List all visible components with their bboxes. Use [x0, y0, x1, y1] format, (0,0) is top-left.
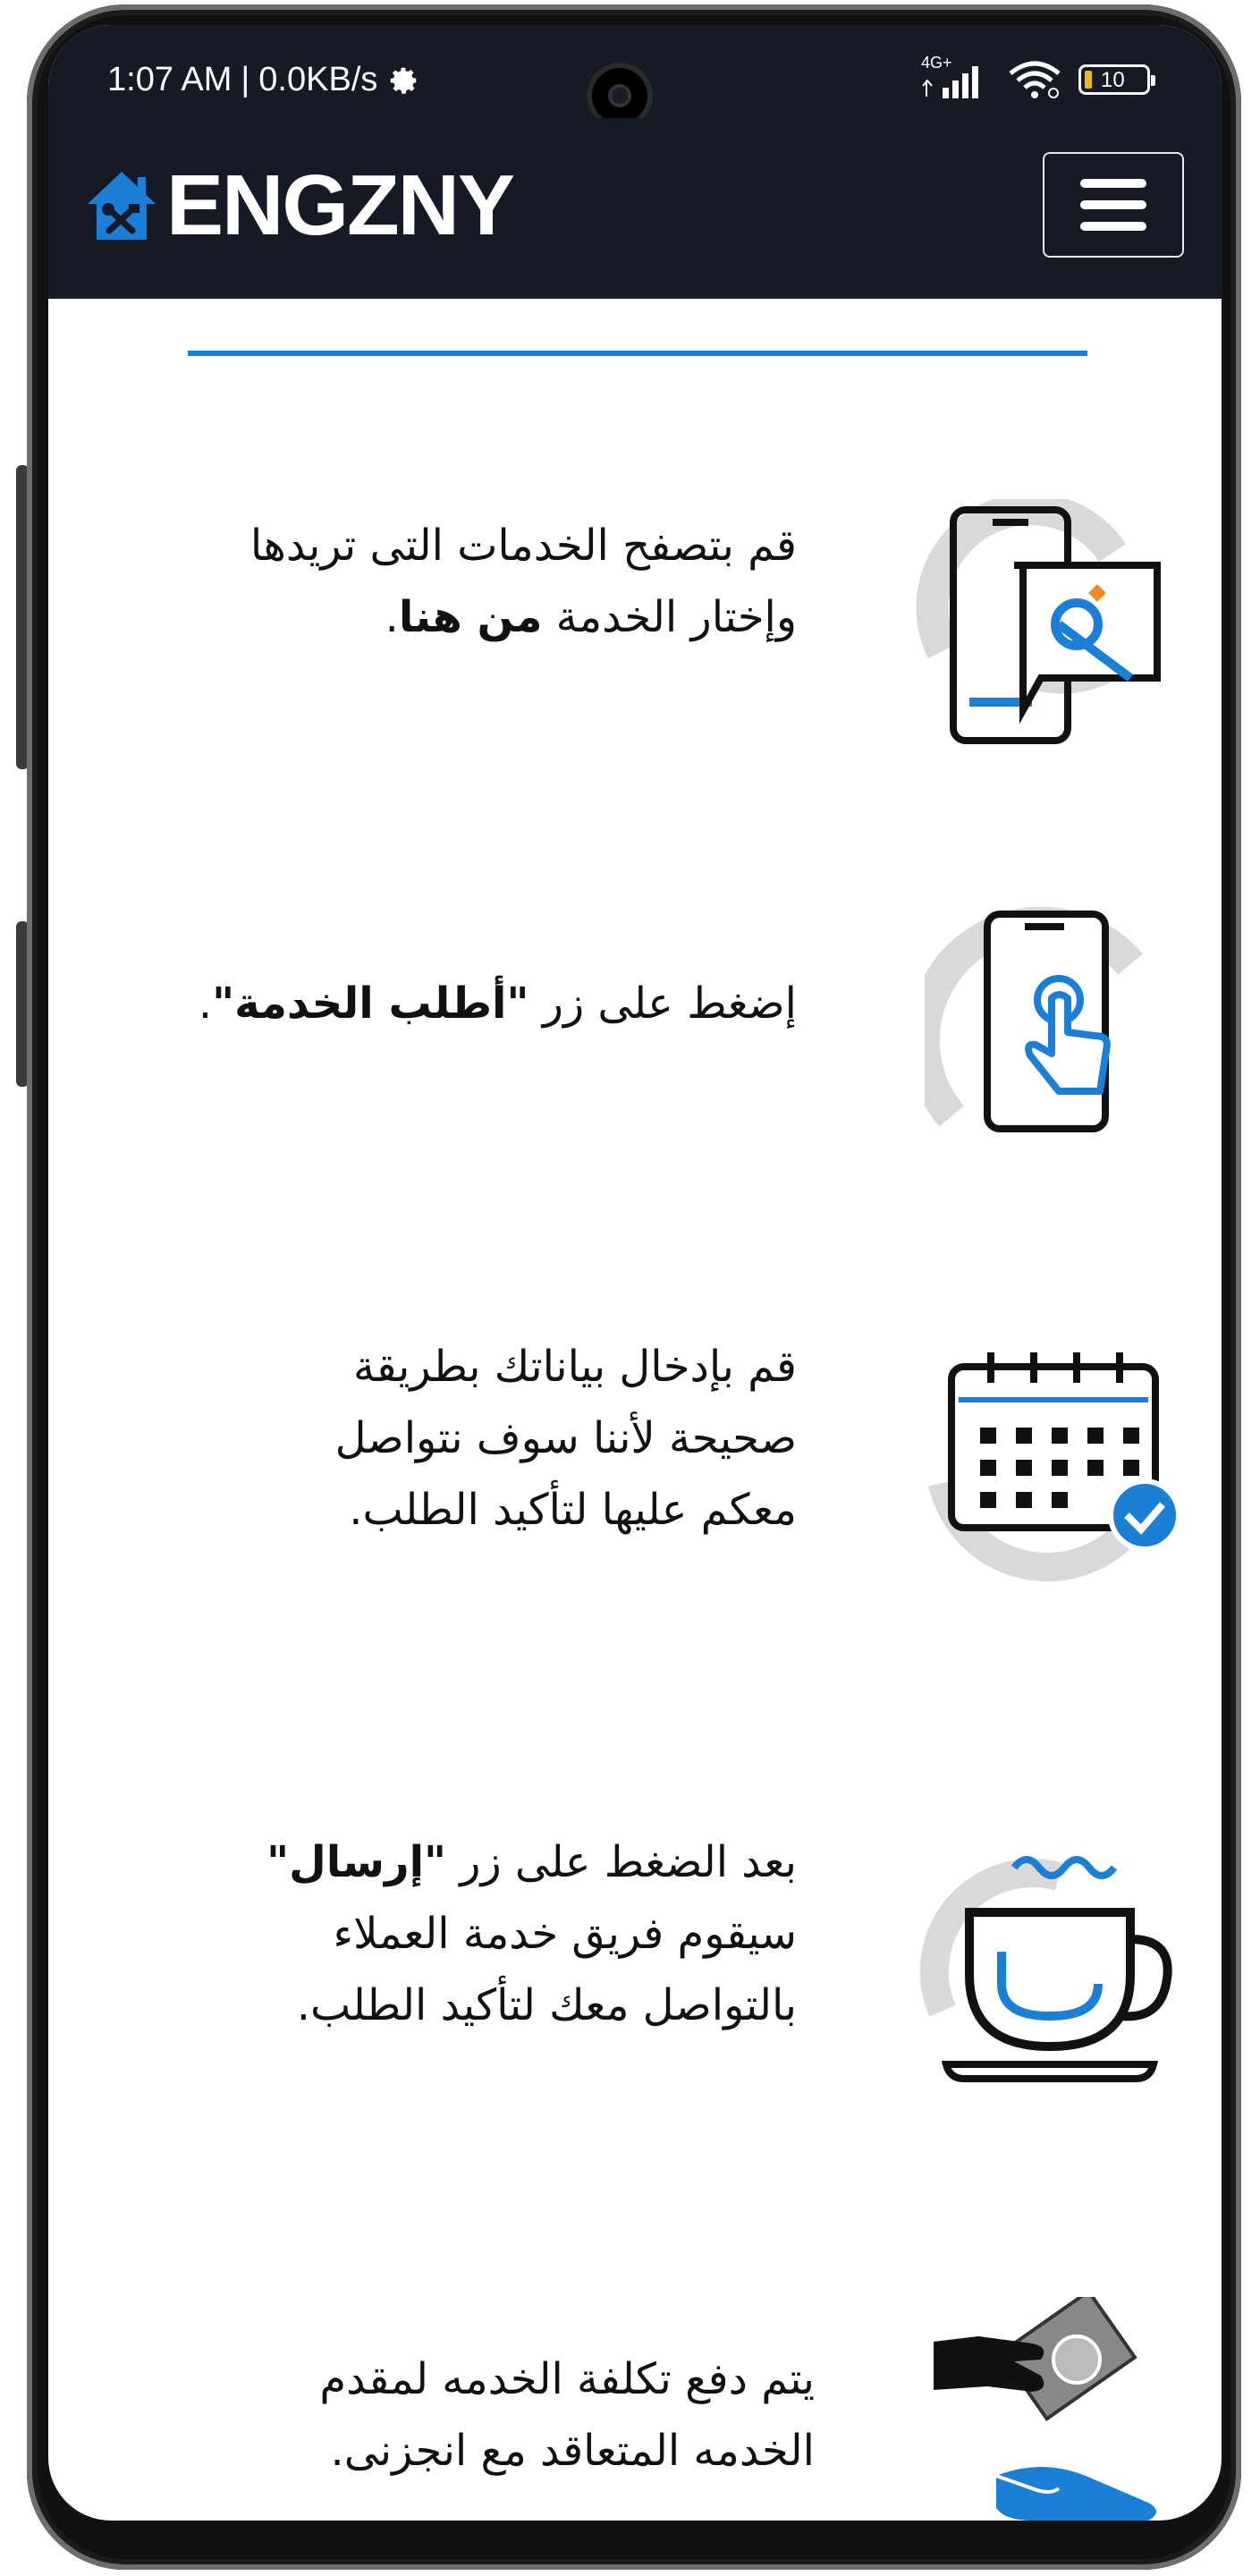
menu-toggle-button[interactable] — [1043, 152, 1184, 258]
screen: 1:07 AM | 0.0KB/s 4G+ 10 ENGZNY قم بتصفح… — [48, 25, 1222, 2521]
status-separator: | — [241, 61, 250, 98]
hamburger-line — [1080, 200, 1146, 209]
step-5-line1: يتم دفع تكلفة الخدمه لمقدم — [319, 2354, 815, 2404]
step-4-line3: بالتواصل معك لتأكيد الطلب. — [296, 1980, 797, 2030]
tap-phone-icon — [925, 906, 1143, 1132]
status-right: 4G+ 10 — [919, 54, 1155, 100]
step-3-line1: قم بإدخال بياناتك بطريقة — [352, 1342, 797, 1392]
request-service-label: "أطلب الخدمة" — [212, 979, 529, 1029]
payment-hands-icon — [934, 2297, 1156, 2521]
step-4-text: بعد الضغط على زر "إرسال" سيقوم فريق خدمة… — [266, 1826, 797, 2041]
status-bar: 1:07 AM | 0.0KB/s 4G+ 10 — [48, 25, 1222, 129]
step-5-text: يتم دفع تكلفة الخدمه لمقدم الخدمه المتعا… — [319, 2343, 815, 2487]
step-2-line1: إضغط على زر "أطلب الخدمة". — [199, 968, 797, 1039]
signal-icon: 4G+ — [919, 54, 991, 100]
status-left: 1:07 AM | 0.0KB/s — [107, 61, 420, 99]
phone-service-icon — [916, 499, 1161, 744]
hamburger-icon — [1080, 179, 1146, 188]
house-tools-icon — [88, 172, 156, 240]
step-5: يتم دفع تكلفة الخدمه لمقدم الخدمه المتعا… — [48, 2297, 1222, 2521]
step-1-text: قم بتصفح الخدمات التى تريدها وإختار الخد… — [250, 510, 797, 653]
coffee-cup-icon — [919, 1856, 1172, 2082]
step-1-line2: وإختار الخدمة من هنا. — [250, 581, 797, 653]
step-2-text: إضغط على زر "أطلب الخدمة". — [199, 968, 797, 1039]
step-4-line2: سيقوم فريق خدمة العملاء — [333, 1909, 797, 1959]
gear-icon — [391, 67, 417, 94]
step-1: قم بتصفح الخدمات التى تريدها وإختار الخد… — [48, 472, 1222, 776]
step-2: إضغط على زر "أطلب الخدمة". — [48, 875, 1222, 1161]
hamburger-line — [1080, 222, 1146, 231]
status-time: 1:07 AM — [107, 61, 233, 98]
step-3: قم بإدخال بياناتك بطريقة صحيحة لأننا سوف… — [48, 1313, 1222, 1617]
wifi-icon — [1009, 61, 1061, 98]
step-5-line2: الخدمه المتعاقد مع انجزنى. — [330, 2426, 815, 2476]
calendar-check-icon — [928, 1352, 1181, 1581]
step-1-line2-post: . — [385, 592, 399, 642]
brand-link[interactable]: ENGZNY — [84, 157, 515, 253]
here-link[interactable]: من هنا — [399, 592, 543, 642]
step-4: بعد الضغط على زر "إرسال" سيقوم فريق خدمة… — [48, 1805, 1222, 2109]
send-label: "إرسال" — [266, 1837, 447, 1887]
status-speed: 0.0KB/s — [258, 61, 378, 98]
battery-level: 10 — [1101, 68, 1125, 92]
device-frame: 1:07 AM | 0.0KB/s 4G+ 10 ENGZNY قم بتصفح… — [0, 0, 1260, 2576]
step-3-line3: معكم عليها لتأكيد الطلب. — [349, 1485, 797, 1535]
step-2-pre: إضغط على زر — [529, 979, 797, 1029]
step-3-text: قم بإدخال بياناتك بطريقة صحيحة لأننا سوف… — [335, 1331, 797, 1546]
step-2-post: . — [198, 979, 213, 1029]
brand-name: ENGZNY — [166, 157, 515, 253]
step-1-line1: قم بتصفح الخدمات التى تريدها — [249, 521, 797, 571]
step-4-pre: بعد الضغط على زر — [446, 1837, 797, 1887]
step-3-line2: صحيحة لأننا سوف نتواصل — [334, 1413, 797, 1463]
battery-icon: 10 — [1078, 64, 1155, 95]
navbar: ENGZNY — [48, 118, 1222, 299]
step-4-line1: بعد الضغط على زر "إرسال" — [266, 1826, 797, 1898]
section-divider — [188, 351, 1087, 356]
step-1-line2-pre: وإختار الخدمة — [542, 592, 797, 642]
